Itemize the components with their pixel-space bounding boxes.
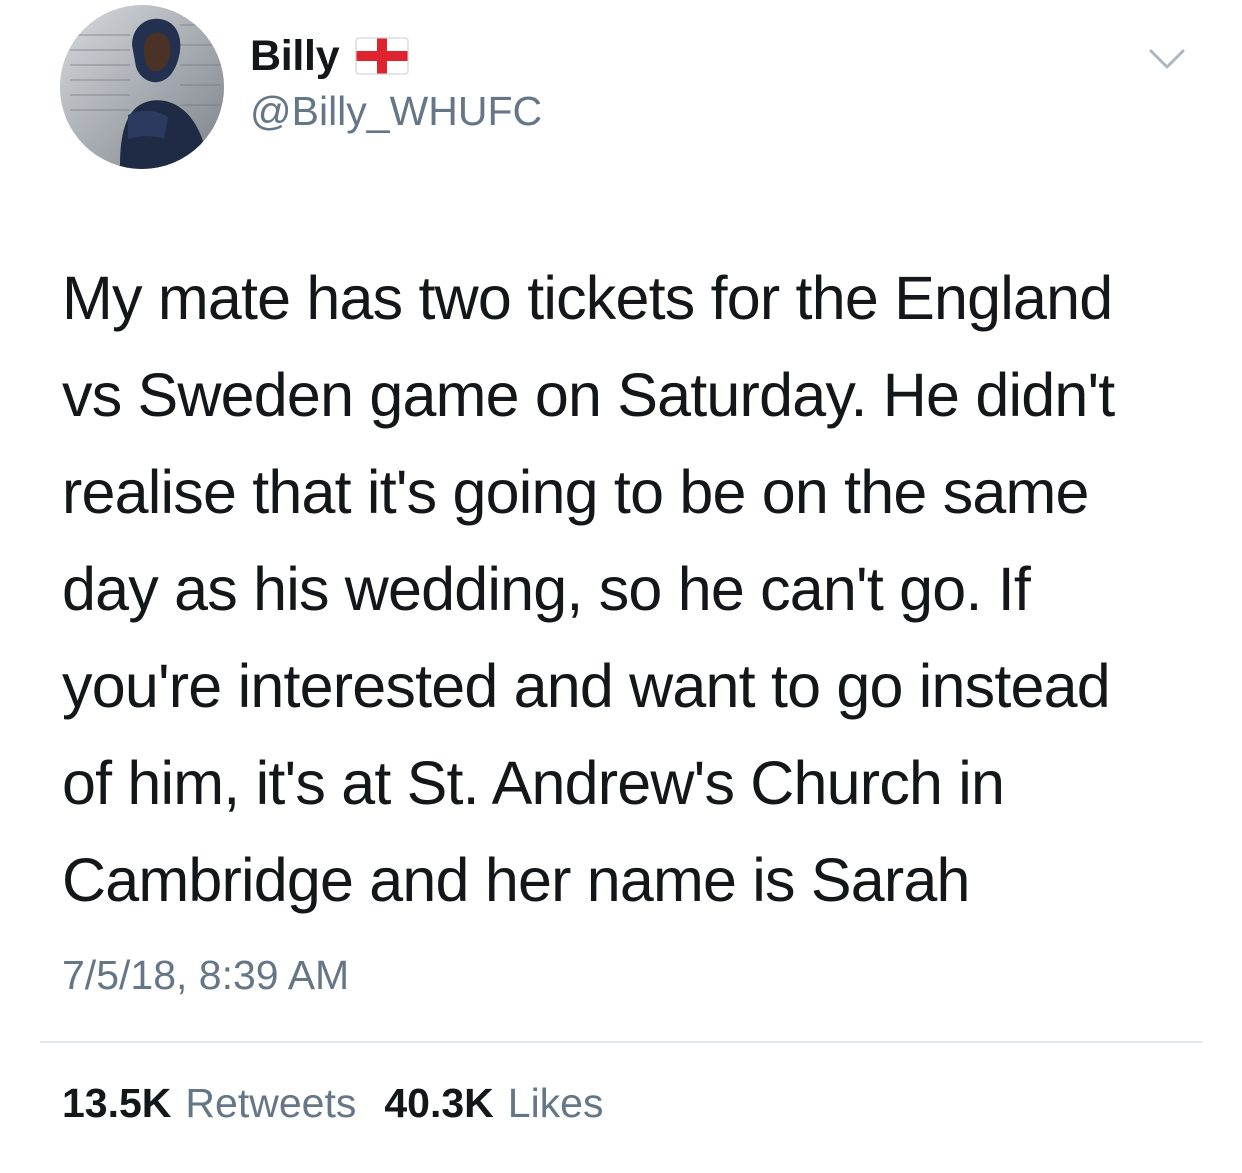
chevron-down-icon[interactable]	[1148, 46, 1186, 72]
divider	[40, 1041, 1202, 1043]
tweet-text: My mate has two tickets for the England …	[62, 250, 1192, 929]
england-flag-icon	[355, 37, 410, 75]
likes-label: Likes	[507, 1080, 604, 1126]
tweet-timestamp[interactable]: 7/5/18, 8:39 AM	[62, 952, 349, 999]
tweet-line: you're interested and want to go instead	[62, 652, 1111, 720]
likes-stat[interactable]: 40.3K Likes	[384, 1080, 603, 1127]
tweet-line: day as his wedding, so he can't go. If	[62, 555, 1031, 623]
author-handle[interactable]: @Billy_WHUFC	[250, 88, 542, 135]
tweet-line: realise that it's going to be on the sam…	[62, 458, 1089, 526]
tweet-card: Billy @Billy_WHUFC My mate has two ticke…	[0, 0, 1242, 1173]
engagement-stats: 13.5K Retweets 40.3K Likes	[62, 1080, 603, 1127]
tweet-line: Cambridge and her name is Sarah	[62, 846, 970, 914]
display-name[interactable]: Billy	[250, 32, 340, 81]
retweets-label: Retweets	[185, 1080, 357, 1126]
retweets-count: 13.5K	[62, 1080, 172, 1126]
likes-count: 40.3K	[384, 1080, 494, 1126]
retweets-stat[interactable]: 13.5K Retweets	[62, 1080, 356, 1127]
avatar[interactable]	[60, 5, 224, 169]
profile-photo-icon	[60, 5, 224, 169]
tweet-line: of him, it's at St. Andrew's Church in	[62, 749, 1005, 817]
tweet-line: My mate has two tickets for the England	[62, 264, 1113, 332]
author-name-row: Billy	[250, 28, 410, 84]
tweet-line: vs Sweden game on Saturday. He didn't	[62, 361, 1115, 429]
